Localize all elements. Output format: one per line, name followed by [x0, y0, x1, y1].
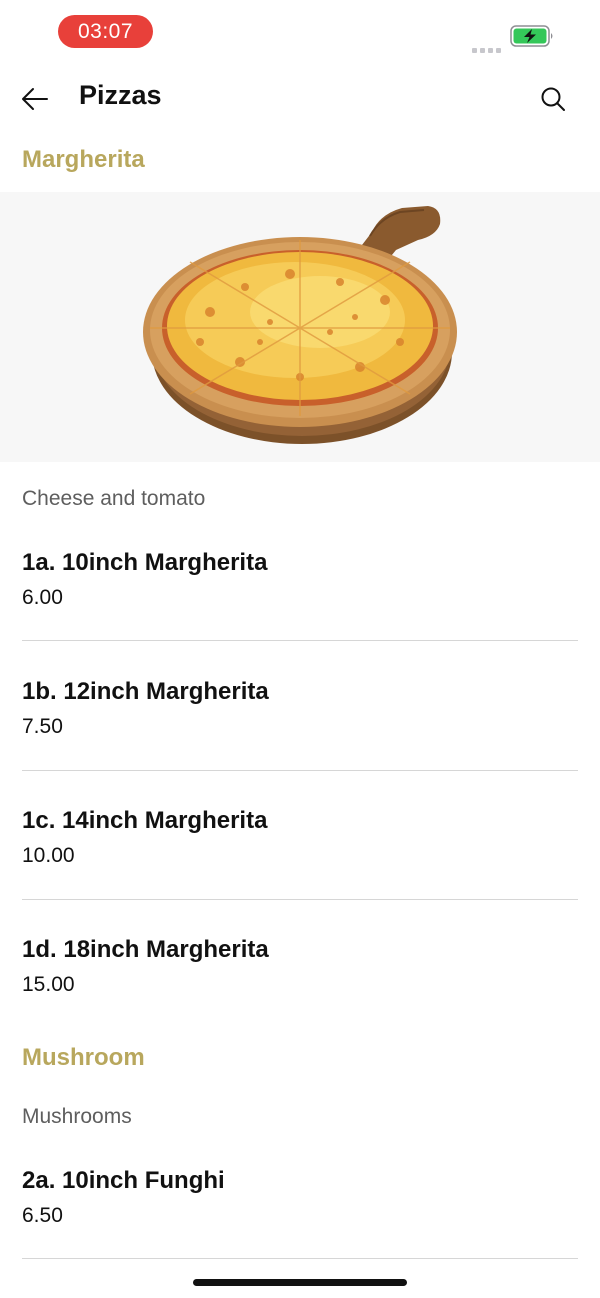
- menu-item[interactable]: 2a. 10inch Funghi 6.50: [22, 1167, 578, 1237]
- item-name: 1a. 10inch Margherita: [22, 549, 268, 576]
- category-description: Mushrooms: [22, 1105, 132, 1128]
- menu-item[interactable]: 1a. 10inch Margherita 6.00: [22, 549, 578, 619]
- divider: [22, 899, 578, 900]
- menu-item[interactable]: 1b. 12inch Margherita 7.50: [22, 678, 578, 748]
- item-name: 1d. 18inch Margherita: [22, 936, 269, 963]
- arrow-left-icon: [22, 88, 48, 110]
- divider: [22, 770, 578, 771]
- menu-item[interactable]: 1c. 14inch Margherita 10.00: [22, 807, 578, 877]
- item-price: 15.00: [22, 973, 75, 996]
- category-description: Cheese and tomato: [22, 487, 206, 510]
- divider: [22, 640, 578, 641]
- search-button[interactable]: [532, 78, 574, 120]
- app-header: Pizzas: [0, 64, 600, 132]
- divider: [22, 1258, 578, 1259]
- item-price: 7.50: [22, 715, 63, 738]
- battery-charging-icon: [510, 25, 556, 52]
- category-title-margherita: Margherita: [22, 146, 145, 173]
- search-icon: [541, 87, 565, 111]
- item-price: 6.00: [22, 586, 63, 609]
- pizza-image: [0, 192, 600, 462]
- status-time: 03:07: [58, 15, 153, 48]
- item-name: 1c. 14inch Margherita: [22, 807, 268, 834]
- item-price: 10.00: [22, 844, 75, 867]
- item-name: 2a. 10inch Funghi: [22, 1167, 225, 1194]
- item-price: 6.50: [22, 1204, 63, 1227]
- home-indicator[interactable]: [193, 1279, 407, 1286]
- signal-icon: [472, 40, 504, 53]
- menu-item[interactable]: 1d. 18inch Margherita 15.00: [22, 936, 578, 1006]
- status-bar: 03:07: [0, 0, 600, 64]
- back-button[interactable]: [14, 78, 56, 120]
- item-name: 1b. 12inch Margherita: [22, 678, 269, 705]
- page-title: Pizzas: [79, 80, 162, 110]
- category-title-mushroom: Mushroom: [22, 1044, 145, 1071]
